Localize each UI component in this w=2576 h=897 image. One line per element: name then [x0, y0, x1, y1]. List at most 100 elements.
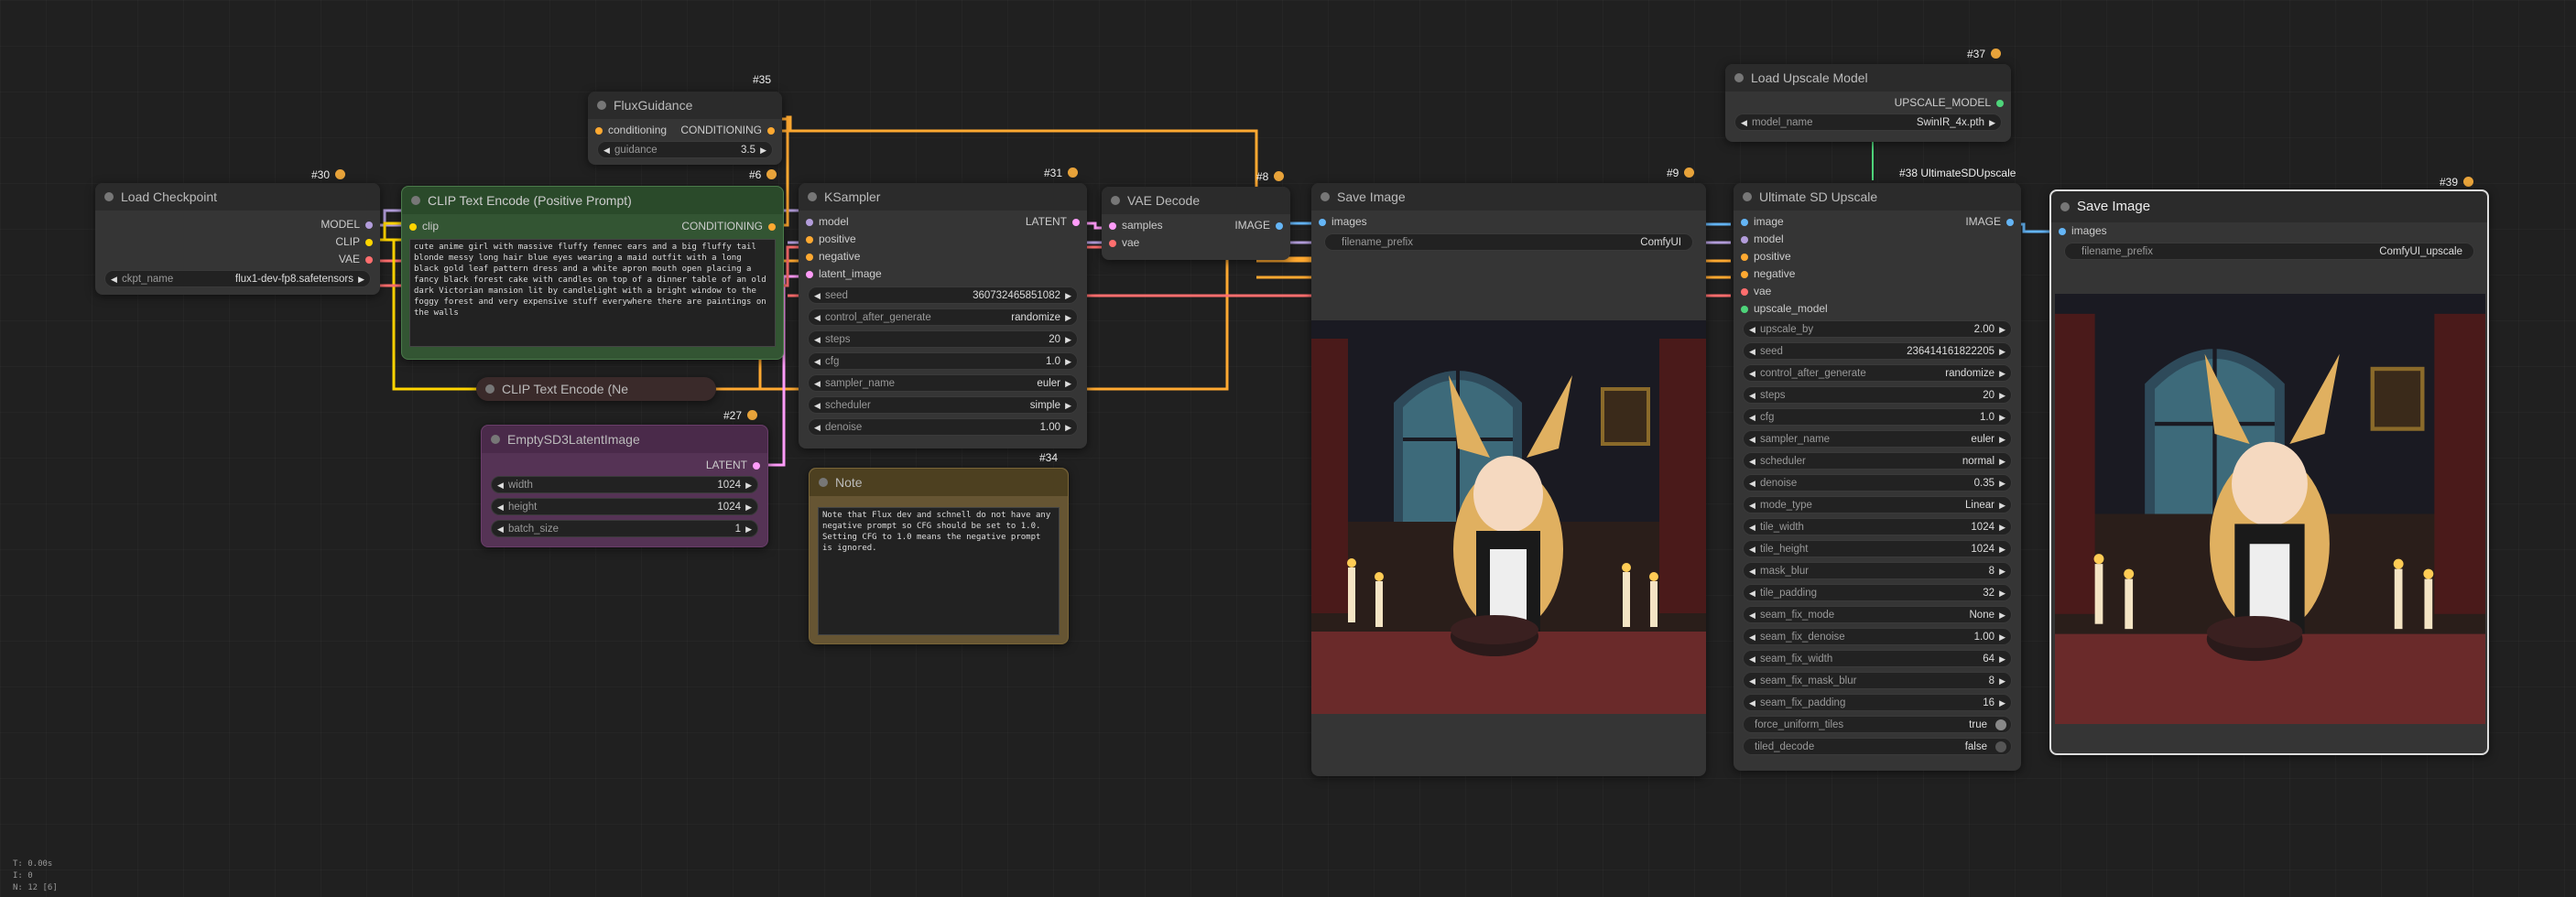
collapse-dot-icon[interactable] — [819, 478, 828, 487]
clip-text-encode-negative-node[interactable]: CLIP Text Encode (Ne — [476, 377, 716, 401]
arrow-left-icon[interactable]: ◀ — [814, 375, 821, 393]
ckpt-name-widget[interactable]: ◀ ckpt_name flux1-dev-fp8.safetensors ▶ — [104, 270, 371, 287]
input-negative[interactable]: negative — [805, 248, 860, 265]
output-clip[interactable]: CLIP — [335, 233, 373, 251]
arrow-right-icon[interactable]: ▶ — [1999, 585, 2005, 602]
collapse-dot-icon[interactable] — [1111, 196, 1120, 205]
denoise-widget[interactable]: ◀ denoise 1.00 ▶ — [808, 418, 1078, 436]
tile-height-widget[interactable]: ◀ tile_height 1024 ▶ — [1743, 540, 2012, 557]
node-title[interactable]: Load Upscale Model — [1725, 64, 2011, 92]
output-conditioning[interactable]: CONDITIONING — [680, 122, 775, 139]
input-vae[interactable]: vae — [1108, 234, 1139, 252]
arrow-right-icon[interactable]: ▶ — [1999, 651, 2005, 668]
arrow-right-icon[interactable]: ▶ — [1999, 541, 2005, 558]
scheduler-widget[interactable]: ◀ scheduler normal ▶ — [1743, 452, 2012, 470]
arrow-right-icon[interactable]: ▶ — [1999, 387, 2005, 405]
arrow-left-icon[interactable]: ◀ — [1749, 585, 1755, 602]
arrow-right-icon[interactable]: ▶ — [745, 477, 752, 494]
seam-fix-denoise-widget[interactable]: ◀ seam_fix_denoise 1.00 ▶ — [1743, 628, 2012, 645]
ksampler-node[interactable]: KSampler model LATENT positive negative l… — [799, 183, 1087, 448]
input-model[interactable]: model — [806, 213, 849, 231]
arrow-right-icon[interactable]: ▶ — [1065, 419, 1071, 437]
filename-prefix-widget[interactable]: filename_prefix ComfyUI — [1324, 233, 1693, 251]
arrow-left-icon[interactable]: ◀ — [1749, 387, 1755, 405]
arrow-right-icon[interactable]: ▶ — [1065, 331, 1071, 349]
load-upscale-model-node[interactable]: Load Upscale Model UPSCALE_MODEL ◀ model_… — [1725, 64, 2011, 142]
input-positive[interactable]: positive — [1741, 248, 1791, 265]
scheduler-widget[interactable]: ◀ scheduler simple ▶ — [808, 396, 1078, 414]
arrow-right-icon[interactable]: ▶ — [1065, 287, 1071, 305]
arrow-right-icon[interactable]: ▶ — [1065, 309, 1071, 327]
collapse-dot-icon[interactable] — [104, 192, 114, 201]
output-image[interactable]: IMAGE — [1965, 213, 2014, 231]
arrow-right-icon[interactable]: ▶ — [1999, 519, 2005, 536]
collapse-dot-icon[interactable] — [2060, 202, 2070, 211]
collapse-dot-icon[interactable] — [808, 192, 817, 201]
note-textarea[interactable] — [818, 507, 1060, 635]
collapse-dot-icon[interactable] — [411, 196, 420, 205]
filename-prefix-widget[interactable]: filename_prefix ComfyUI_upscale — [2064, 243, 2474, 260]
load-checkpoint-node[interactable]: Load Checkpoint MODEL CLIP VAE ◀ ckpt_nam… — [95, 183, 380, 295]
arrow-right-icon[interactable]: ▶ — [1999, 431, 2005, 448]
arrow-right-icon[interactable]: ▶ — [1999, 475, 2005, 492]
arrow-left-icon[interactable]: ◀ — [1749, 497, 1755, 514]
input-vae[interactable]: vae — [1740, 283, 1771, 300]
node-title[interactable]: CLIP Text Encode (Ne — [476, 377, 716, 401]
collapse-dot-icon[interactable] — [485, 384, 495, 394]
arrow-right-icon[interactable]: ▶ — [760, 142, 766, 159]
collapse-dot-icon[interactable] — [1321, 192, 1330, 201]
arrow-right-icon[interactable]: ▶ — [1999, 497, 2005, 514]
arrow-left-icon[interactable]: ◀ — [1749, 651, 1755, 668]
flux-guidance-node[interactable]: FluxGuidance conditioning CONDITIONING ◀ g… — [588, 92, 782, 165]
arrow-left-icon[interactable]: ◀ — [1749, 431, 1755, 448]
arrow-left-icon[interactable]: ◀ — [814, 331, 821, 349]
arrow-left-icon[interactable]: ◀ — [814, 353, 821, 371]
arrow-left-icon[interactable]: ◀ — [1749, 563, 1755, 580]
arrow-right-icon[interactable]: ▶ — [1999, 321, 2005, 339]
output-conditioning[interactable]: CONDITIONING — [681, 218, 776, 235]
arrow-left-icon[interactable]: ◀ — [603, 142, 610, 159]
arrow-right-icon[interactable]: ▶ — [745, 521, 752, 538]
arrow-left-icon[interactable]: ◀ — [1749, 409, 1755, 427]
arrow-left-icon[interactable]: ◀ — [1749, 541, 1755, 558]
input-upscale-model[interactable]: upscale_model — [1741, 300, 1828, 318]
arrow-right-icon[interactable]: ▶ — [1989, 114, 1995, 132]
arrow-left-icon[interactable]: ◀ — [1749, 365, 1755, 383]
node-title[interactable]: Load Checkpoint — [95, 183, 380, 211]
arrow-left-icon[interactable]: ◀ — [497, 521, 504, 538]
node-title[interactable]: Ultimate SD Upscale — [1734, 183, 2021, 211]
control-after-generate-widget[interactable]: ◀ control_after_generate randomize ▶ — [808, 308, 1078, 326]
arrow-right-icon[interactable]: ▶ — [745, 499, 752, 516]
arrow-left-icon[interactable]: ◀ — [497, 477, 504, 494]
node-title[interactable]: Note — [810, 469, 1068, 496]
force-uniform-tiles-toggle[interactable]: force_uniform_tiles true — [1743, 716, 2012, 733]
toggle-on-icon[interactable] — [1995, 719, 2006, 730]
node-title[interactable]: Save Image — [2051, 191, 2487, 222]
mask-blur-widget[interactable]: ◀ mask_blur 8 ▶ — [1743, 562, 2012, 579]
arrow-right-icon[interactable]: ▶ — [1999, 343, 2005, 361]
output-upscale-model[interactable]: UPSCALE_MODEL — [1895, 94, 2005, 112]
arrow-left-icon[interactable]: ◀ — [1749, 519, 1755, 536]
arrow-right-icon[interactable]: ▶ — [1065, 353, 1071, 371]
arrow-left-icon[interactable]: ◀ — [1749, 475, 1755, 492]
model-name-widget[interactable]: ◀ model_name SwinIR_4x.pth ▶ — [1734, 113, 2002, 131]
seed-widget[interactable]: ◀ seed 236414161822205 ▶ — [1743, 342, 2012, 360]
cfg-widget[interactable]: ◀ cfg 1.0 ▶ — [1743, 408, 2012, 426]
tile-padding-widget[interactable]: ◀ tile_padding 32 ▶ — [1743, 584, 2012, 601]
seam-fix-mask-blur-widget[interactable]: ◀ seam_fix_mask_blur 8 ▶ — [1743, 672, 2012, 689]
seam-fix-width-widget[interactable]: ◀ seam_fix_width 64 ▶ — [1743, 650, 2012, 667]
arrow-right-icon[interactable]: ▶ — [1999, 695, 2005, 712]
seed-widget[interactable]: ◀ seed 360732465851082 ▶ — [808, 286, 1078, 304]
arrow-left-icon[interactable]: ◀ — [497, 499, 504, 516]
input-model[interactable]: model — [1741, 231, 1784, 248]
arrow-right-icon[interactable]: ▶ — [358, 271, 364, 288]
steps-widget[interactable]: ◀ steps 20 ▶ — [808, 330, 1078, 348]
guidance-widget[interactable]: ◀ guidance 3.5 ▶ — [597, 141, 773, 158]
save-image-upscale-node[interactable]: Save Image images filename_prefix ComfyUI… — [2049, 189, 2489, 755]
upscale-by-widget[interactable]: ◀ upscale_by 2.00 ▶ — [1743, 320, 2012, 338]
toggle-off-icon[interactable] — [1995, 741, 2006, 752]
seam-fix-padding-widget[interactable]: ◀ seam_fix_padding 16 ▶ — [1743, 694, 2012, 711]
input-image[interactable]: image — [1741, 213, 1784, 231]
input-latent-image[interactable]: latent_image — [806, 265, 882, 283]
input-images[interactable]: images — [1319, 213, 1367, 231]
